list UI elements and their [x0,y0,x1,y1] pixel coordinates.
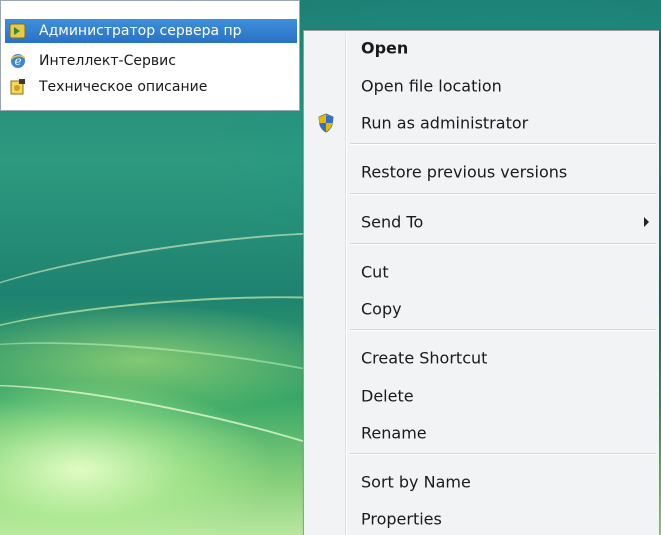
menu-item-send-to[interactable]: Send To [307,207,655,237]
document-help-icon [9,78,27,96]
menu-separator [350,143,656,145]
program-item-technical-description[interactable]: Техническое описание [5,75,297,99]
menu-separator [350,453,656,455]
menu-item-rename[interactable]: Rename [307,418,655,448]
menu-item-sort-by-name[interactable]: Sort by Name [307,467,655,497]
program-item-label: Администратор сервера пр [39,23,242,39]
context-menu: Open Open file location Run as administr… [303,30,659,535]
menu-item-restore-previous-versions[interactable]: Restore previous versions [307,157,655,187]
program-item-label: Интеллект-Сервис [39,53,176,69]
menu-item-create-shortcut[interactable]: Create Shortcut [307,343,655,373]
program-list: Администратор сервера пр e Интеллект-Сер… [0,0,300,111]
ie-icon: e [9,52,27,70]
menu-item-properties[interactable]: Properties [307,504,655,534]
menu-separator [350,329,656,331]
program-item-intellect-service[interactable]: e Интеллект-Сервис [5,49,297,73]
menu-separator [350,243,656,245]
menu-separator [350,193,656,195]
uac-shield-icon [317,113,335,133]
program-item-label: Техническое описание [39,79,208,95]
menu-item-copy[interactable]: Copy [307,294,655,324]
server-admin-icon [9,22,27,40]
menu-item-run-as-administrator[interactable]: Run as administrator [307,108,655,138]
submenu-arrow-icon [644,217,649,227]
menu-item-open[interactable]: Open [307,33,655,63]
program-item-server-admin[interactable]: Администратор сервера пр [5,19,297,43]
menu-item-cut[interactable]: Cut [307,257,655,287]
menu-item-open-file-location[interactable]: Open file location [307,71,655,101]
menu-item-delete[interactable]: Delete [307,381,655,411]
